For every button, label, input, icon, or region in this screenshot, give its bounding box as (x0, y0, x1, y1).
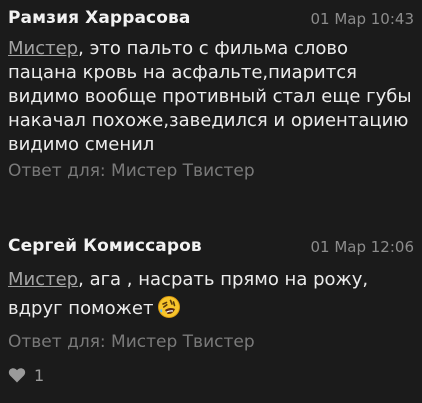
comment-author[interactable]: Рамзия Харрасова (8, 8, 190, 28)
rolling-laughing-emoji-icon (157, 295, 181, 328)
comment-timestamp: 01 Мар 12:06 (310, 238, 414, 256)
reply-to-link[interactable]: Ответ для: Мистер Твистер (8, 330, 414, 354)
mention-link[interactable]: Мистер (8, 269, 78, 290)
comment: Рамзия Харрасова 01 Мар 10:43 Мистер, эт… (0, 4, 422, 183)
like-count: 1 (34, 365, 45, 385)
comment: Сергей Комиссаров 01 Мар 12:06 Мистер, а… (0, 232, 422, 354)
comment-text: Мистер, это пальто с фильма слово пацана… (8, 37, 414, 157)
like-button[interactable]: 1 (8, 363, 44, 387)
heart-icon (8, 368, 26, 383)
comment-header: Сергей Комиссаров 01 Мар 12:06 (0, 232, 422, 262)
comment-header: Рамзия Харрасова 01 Мар 10:43 (0, 4, 422, 34)
mention-link[interactable]: Мистер (8, 38, 78, 59)
comment-text: Мистер, ага , насрать прямо на рожу, вдр… (8, 265, 414, 328)
reply-to-link[interactable]: Ответ для: Мистер Твистер (8, 159, 414, 183)
comment-timestamp: 01 Мар 10:43 (310, 10, 414, 28)
comment-author[interactable]: Сергей Комиссаров (8, 236, 202, 256)
